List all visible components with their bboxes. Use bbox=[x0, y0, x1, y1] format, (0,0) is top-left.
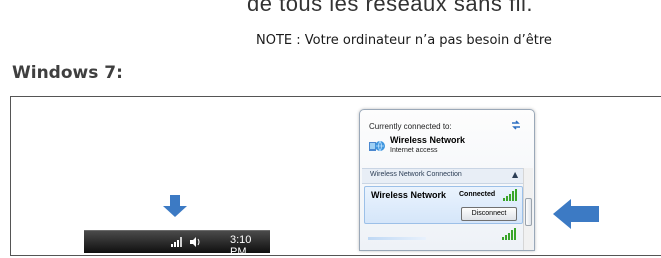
globe-network-icon bbox=[369, 140, 385, 152]
chevron-up-icon[interactable]: ▲ bbox=[512, 170, 518, 179]
connection-section-header[interactable]: Wireless Network Connection ▲ bbox=[362, 168, 530, 184]
current-network-name: Wireless Network bbox=[390, 135, 465, 145]
network-flyout-panel: Currently connected to: Wireless Network… bbox=[359, 109, 535, 251]
scrollbar-thumb[interactable] bbox=[525, 198, 532, 226]
wireless-network-item[interactable]: Wireless Network Connected Disconnect bbox=[364, 186, 523, 224]
refresh-icon[interactable] bbox=[510, 120, 522, 130]
section-heading: Windows 7: bbox=[12, 63, 123, 83]
connection-status: Connected bbox=[459, 191, 496, 198]
connection-section-label: Wireless Network Connection bbox=[370, 171, 462, 178]
note-text: NOTE : Votre ordinateur n’a pas besoin d… bbox=[256, 33, 552, 48]
disconnect-button[interactable]: Disconnect bbox=[461, 207, 517, 221]
wireless-network-name: Wireless Network bbox=[371, 190, 446, 200]
taskbar: 3:10 PM bbox=[84, 230, 270, 258]
clock-time[interactable]: 3:10 PM bbox=[230, 234, 270, 258]
arrow-left-icon bbox=[553, 199, 599, 229]
signal-strength-icon bbox=[503, 189, 517, 201]
signal-strength-icon bbox=[502, 228, 516, 240]
other-network-item[interactable] bbox=[364, 226, 521, 246]
document-text-line: de tous les réseaux sans fil. bbox=[247, 0, 533, 16]
network-name-placeholder bbox=[368, 237, 426, 240]
current-network-status: Internet access bbox=[390, 147, 438, 154]
volume-icon[interactable] bbox=[189, 236, 201, 248]
connected-to-label: Currently connected to: bbox=[369, 122, 452, 131]
scrollbar[interactable] bbox=[523, 168, 533, 250]
arrow-down-icon bbox=[163, 195, 187, 217]
